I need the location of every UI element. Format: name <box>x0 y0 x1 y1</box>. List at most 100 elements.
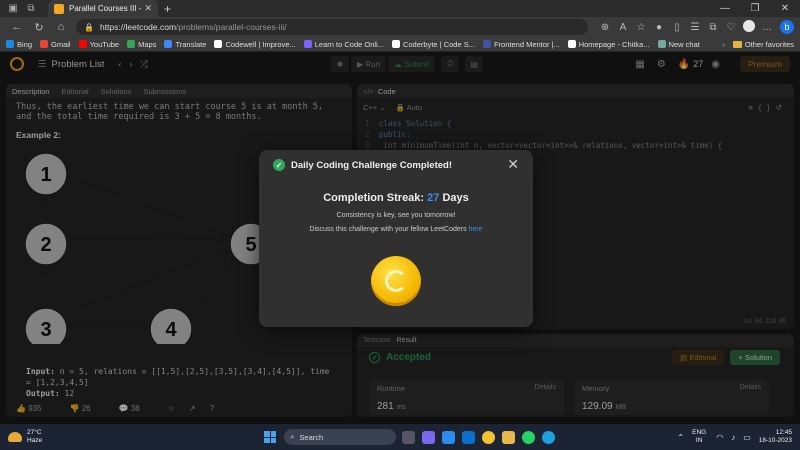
store-icon[interactable] <box>442 430 456 444</box>
weather-icon <box>8 432 22 442</box>
streak-days: 27 <box>427 192 440 204</box>
leetcode-favicon-icon <box>54 3 64 14</box>
bookmark-label: Maps <box>138 39 157 49</box>
bookmark-item[interactable]: Homepage - Chitka... <box>567 40 650 49</box>
bookmark-favicon-icon <box>303 40 312 48</box>
close-tab-icon[interactable]: ✕ <box>144 3 152 14</box>
taskbar-search[interactable]: ⌕ Search <box>284 429 397 445</box>
address-input[interactable]: 🔒 https://leetcode.com/problems/parallel… <box>76 19 588 35</box>
bookmark-favicon-icon <box>214 40 223 48</box>
bookmark-favicon-icon <box>657 40 666 48</box>
weather-widget[interactable]: 27°C Haze <box>8 429 42 445</box>
new-tab-icon[interactable]: + <box>164 2 171 16</box>
chevron-right-icon[interactable]: › <box>722 40 725 49</box>
bookmark-label: YouTube <box>89 39 120 49</box>
weather-condition: Haze <box>27 437 43 444</box>
volume-icon[interactable]: ♪ <box>731 433 735 442</box>
bookmark-item[interactable]: Gmail <box>40 40 71 49</box>
bookmark-item[interactable]: Learn to Code Onli... <box>303 40 384 49</box>
bookmark-favicon-icon <box>482 40 491 48</box>
streak-prefix: Completion Streak: <box>323 192 425 204</box>
file-explorer-icon[interactable] <box>502 430 516 444</box>
leetcode-coin-icon <box>371 256 421 306</box>
profile-avatar[interactable] <box>740 19 758 35</box>
back-icon[interactable]: ← <box>6 21 28 33</box>
bookmarks-bar: Bing Gmail YouTube Maps Translate Codewell | … <box>0 37 800 52</box>
search-icon: ⌕ <box>290 432 295 441</box>
zoom-icon[interactable]: ⊕ <box>596 22 614 33</box>
bookmark-favicon-icon <box>391 40 400 48</box>
bookmark-label: New chat <box>668 39 700 49</box>
modal-discuss: Discuss this challenge with your fellow … <box>259 226 533 233</box>
read-aloud-icon[interactable]: A <box>614 22 632 33</box>
bookmark-favicon-icon <box>40 40 49 48</box>
minimize-icon[interactable]: — <box>710 3 740 14</box>
collections-icon[interactable]: ⧉ <box>704 22 722 33</box>
close-window-icon[interactable]: ✕ <box>770 3 800 14</box>
address-toolbar: ← ↻ ⌂ 🔒 https://leetcode.com/problems/pa… <box>0 17 800 37</box>
mail-icon[interactable] <box>462 430 476 444</box>
modal-message: Consistency is key, see you tomorrow! <box>336 212 456 219</box>
close-icon[interactable]: ✕ <box>507 156 519 173</box>
streak-suffix: Days <box>442 192 469 204</box>
bookmark-item[interactable]: Translate <box>164 40 206 49</box>
edge-icon[interactable] <box>542 430 556 444</box>
task-view-icon[interactable] <box>402 430 416 444</box>
window-menu-icon[interactable]: ▣ <box>6 3 20 15</box>
url-host: https://leetcode.com <box>99 22 177 32</box>
lang-secondary: IN <box>695 437 703 444</box>
whatsapp-icon[interactable] <box>522 430 536 444</box>
more-icon[interactable]: … <box>758 22 776 33</box>
bookmark-label: Frontend Mentor |... <box>493 39 560 49</box>
clock[interactable]: 12:45 18-10-2023 <box>759 429 792 445</box>
browser-tab[interactable]: Parallel Courses III - LeetCode ✕ <box>48 0 158 17</box>
bookmark-label: Coderbyte | Code S... <box>402 39 475 49</box>
battery-icon[interactable]: ▭ <box>743 433 751 442</box>
chevron-up-icon[interactable]: ⌃ <box>677 433 684 442</box>
refresh-icon[interactable]: ↻ <box>28 21 50 34</box>
completion-streak: Completion Streak: 27 Days <box>259 192 533 204</box>
taskbar-apps <box>402 430 562 444</box>
bookmark-item[interactable]: Maps <box>127 40 156 49</box>
window-controls: — ❐ ✕ <box>710 3 800 14</box>
bookmark-item[interactable]: YouTube <box>78 39 120 49</box>
windows-start-icon[interactable] <box>264 431 277 443</box>
folder-icon <box>732 40 742 48</box>
bookmark-item[interactable]: Bing <box>6 40 32 49</box>
favorites-icon[interactable]: ☰ <box>686 22 704 33</box>
bookmark-favicon-icon <box>78 40 87 48</box>
check-icon: ✓ <box>273 159 285 171</box>
lang-primary: ENG <box>692 429 707 436</box>
bookmark-label: Codewell | Improve... <box>225 39 296 49</box>
bookmark-favicon-icon <box>127 40 136 48</box>
clock-time: 12:45 <box>775 429 792 436</box>
bookmark-favicon-icon <box>164 40 173 48</box>
tab-actions-icon[interactable]: ⧉ <box>24 3 38 15</box>
wifi-icon[interactable]: ◠ <box>716 433 723 442</box>
other-favorites[interactable]: › Other favorites <box>722 40 794 49</box>
tab-title: Parallel Courses III - LeetCode <box>69 4 144 13</box>
bookmark-item[interactable]: Coderbyte | Code S... <box>391 39 475 49</box>
bing-chat-icon[interactable]: b <box>780 20 794 34</box>
favorite-star-icon[interactable]: ☆ <box>632 22 650 33</box>
modal-title: Daily Coding Challenge Completed! <box>291 159 452 171</box>
split-screen-icon[interactable]: ▯ <box>668 22 686 33</box>
teams-icon[interactable] <box>422 430 436 444</box>
bookmark-label: Translate <box>175 39 207 49</box>
other-favorites-label: Other favorites <box>744 39 794 49</box>
bookmark-item[interactable]: Codewell | Improve... <box>214 39 296 49</box>
browser-titlebar: ▣ ⧉ Parallel Courses III - LeetCode ✕ + … <box>0 0 800 17</box>
home-icon[interactable]: ⌂ <box>50 21 72 33</box>
chrome-icon[interactable] <box>482 430 496 444</box>
language-indicator[interactable]: ENG IN <box>692 429 706 445</box>
extension-icon[interactable]: ● <box>650 22 668 33</box>
windows-taskbar: 27°C Haze ⌕ Search ⌃ ENG IN ◠ ♪ ▭ 12:45 … <box>0 424 800 450</box>
lock-icon: 🔒 <box>84 22 94 32</box>
maximize-icon[interactable]: ❐ <box>740 3 770 14</box>
bookmark-item[interactable]: Frontend Mentor |... <box>482 39 560 49</box>
url-path: /problems/parallel-courses-iii/ <box>176 22 287 32</box>
bookmark-label: Bing <box>17 39 33 49</box>
discuss-link[interactable]: here <box>469 226 483 233</box>
bookmark-item[interactable]: New chat <box>657 39 700 49</box>
browser-essentials-icon[interactable]: ♡ <box>722 22 740 33</box>
